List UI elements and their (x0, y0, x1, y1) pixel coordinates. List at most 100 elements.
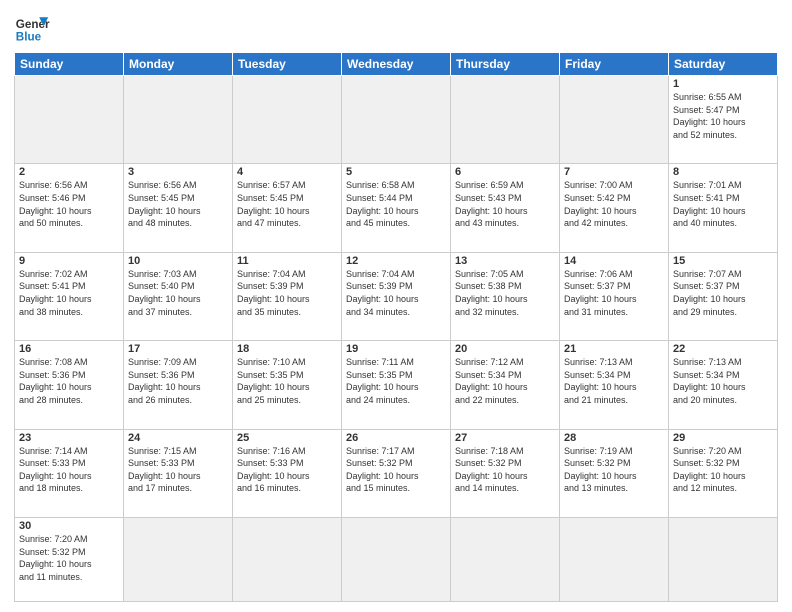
day-number: 6 (455, 166, 555, 178)
day-info: Sunrise: 7:20 AMSunset: 5:32 PMDaylight:… (19, 533, 119, 583)
day-number: 18 (237, 343, 337, 355)
calendar-cell: 23Sunrise: 7:14 AMSunset: 5:33 PMDayligh… (15, 429, 124, 517)
calendar-cell (124, 76, 233, 164)
calendar-cell: 30Sunrise: 7:20 AMSunset: 5:32 PMDayligh… (15, 518, 124, 602)
day-info: Sunrise: 7:07 AMSunset: 5:37 PMDaylight:… (673, 268, 773, 318)
day-info: Sunrise: 7:05 AMSunset: 5:38 PMDaylight:… (455, 268, 555, 318)
day-number: 23 (19, 432, 119, 444)
day-info: Sunrise: 7:19 AMSunset: 5:32 PMDaylight:… (564, 445, 664, 495)
week-row-6: 30Sunrise: 7:20 AMSunset: 5:32 PMDayligh… (15, 518, 778, 602)
day-number: 9 (19, 255, 119, 267)
day-number: 1 (673, 78, 773, 90)
day-number: 17 (128, 343, 228, 355)
weekday-header-tuesday: Tuesday (233, 53, 342, 76)
calendar-cell: 17Sunrise: 7:09 AMSunset: 5:36 PMDayligh… (124, 341, 233, 429)
day-number: 24 (128, 432, 228, 444)
calendar-cell: 18Sunrise: 7:10 AMSunset: 5:35 PMDayligh… (233, 341, 342, 429)
calendar-cell (342, 76, 451, 164)
day-info: Sunrise: 7:02 AMSunset: 5:41 PMDaylight:… (19, 268, 119, 318)
calendar-cell: 10Sunrise: 7:03 AMSunset: 5:40 PMDayligh… (124, 252, 233, 340)
week-row-1: 1Sunrise: 6:55 AMSunset: 5:47 PMDaylight… (15, 76, 778, 164)
week-row-5: 23Sunrise: 7:14 AMSunset: 5:33 PMDayligh… (15, 429, 778, 517)
header: General Blue (14, 10, 778, 46)
logo-icon: General Blue (14, 10, 50, 46)
weekday-header-monday: Monday (124, 53, 233, 76)
logo: General Blue (14, 10, 50, 46)
calendar-cell (15, 76, 124, 164)
day-number: 14 (564, 255, 664, 267)
day-info: Sunrise: 7:15 AMSunset: 5:33 PMDaylight:… (128, 445, 228, 495)
calendar-cell (451, 518, 560, 602)
day-number: 21 (564, 343, 664, 355)
calendar-cell: 28Sunrise: 7:19 AMSunset: 5:32 PMDayligh… (560, 429, 669, 517)
day-info: Sunrise: 7:11 AMSunset: 5:35 PMDaylight:… (346, 356, 446, 406)
day-number: 20 (455, 343, 555, 355)
day-number: 11 (237, 255, 337, 267)
calendar-cell: 13Sunrise: 7:05 AMSunset: 5:38 PMDayligh… (451, 252, 560, 340)
calendar-cell: 2Sunrise: 6:56 AMSunset: 5:46 PMDaylight… (15, 164, 124, 252)
calendar-cell: 6Sunrise: 6:59 AMSunset: 5:43 PMDaylight… (451, 164, 560, 252)
calendar-table: SundayMondayTuesdayWednesdayThursdayFrid… (14, 52, 778, 602)
calendar-cell: 12Sunrise: 7:04 AMSunset: 5:39 PMDayligh… (342, 252, 451, 340)
calendar-cell: 4Sunrise: 6:57 AMSunset: 5:45 PMDaylight… (233, 164, 342, 252)
day-info: Sunrise: 6:58 AMSunset: 5:44 PMDaylight:… (346, 179, 446, 229)
day-info: Sunrise: 6:56 AMSunset: 5:46 PMDaylight:… (19, 179, 119, 229)
calendar-cell: 3Sunrise: 6:56 AMSunset: 5:45 PMDaylight… (124, 164, 233, 252)
day-number: 5 (346, 166, 446, 178)
weekday-header-friday: Friday (560, 53, 669, 76)
calendar-cell (669, 518, 778, 602)
day-number: 27 (455, 432, 555, 444)
day-info: Sunrise: 7:03 AMSunset: 5:40 PMDaylight:… (128, 268, 228, 318)
calendar-cell (233, 518, 342, 602)
calendar-cell: 20Sunrise: 7:12 AMSunset: 5:34 PMDayligh… (451, 341, 560, 429)
calendar-cell: 19Sunrise: 7:11 AMSunset: 5:35 PMDayligh… (342, 341, 451, 429)
day-number: 22 (673, 343, 773, 355)
day-info: Sunrise: 7:12 AMSunset: 5:34 PMDaylight:… (455, 356, 555, 406)
week-row-3: 9Sunrise: 7:02 AMSunset: 5:41 PMDaylight… (15, 252, 778, 340)
day-info: Sunrise: 6:57 AMSunset: 5:45 PMDaylight:… (237, 179, 337, 229)
week-row-2: 2Sunrise: 6:56 AMSunset: 5:46 PMDaylight… (15, 164, 778, 252)
day-info: Sunrise: 7:13 AMSunset: 5:34 PMDaylight:… (673, 356, 773, 406)
day-number: 19 (346, 343, 446, 355)
calendar-cell (560, 76, 669, 164)
day-number: 7 (564, 166, 664, 178)
day-info: Sunrise: 7:04 AMSunset: 5:39 PMDaylight:… (237, 268, 337, 318)
calendar-cell: 26Sunrise: 7:17 AMSunset: 5:32 PMDayligh… (342, 429, 451, 517)
calendar-cell: 22Sunrise: 7:13 AMSunset: 5:34 PMDayligh… (669, 341, 778, 429)
weekday-header-thursday: Thursday (451, 53, 560, 76)
day-info: Sunrise: 6:59 AMSunset: 5:43 PMDaylight:… (455, 179, 555, 229)
week-row-4: 16Sunrise: 7:08 AMSunset: 5:36 PMDayligh… (15, 341, 778, 429)
day-info: Sunrise: 7:20 AMSunset: 5:32 PMDaylight:… (673, 445, 773, 495)
calendar-cell: 15Sunrise: 7:07 AMSunset: 5:37 PMDayligh… (669, 252, 778, 340)
day-number: 13 (455, 255, 555, 267)
weekday-header-wednesday: Wednesday (342, 53, 451, 76)
weekday-header-row: SundayMondayTuesdayWednesdayThursdayFrid… (15, 53, 778, 76)
day-number: 4 (237, 166, 337, 178)
day-info: Sunrise: 7:16 AMSunset: 5:33 PMDaylight:… (237, 445, 337, 495)
calendar-cell: 16Sunrise: 7:08 AMSunset: 5:36 PMDayligh… (15, 341, 124, 429)
calendar-cell: 9Sunrise: 7:02 AMSunset: 5:41 PMDaylight… (15, 252, 124, 340)
calendar-cell (124, 518, 233, 602)
day-number: 25 (237, 432, 337, 444)
day-info: Sunrise: 7:06 AMSunset: 5:37 PMDaylight:… (564, 268, 664, 318)
calendar-cell: 14Sunrise: 7:06 AMSunset: 5:37 PMDayligh… (560, 252, 669, 340)
day-number: 10 (128, 255, 228, 267)
calendar-cell: 21Sunrise: 7:13 AMSunset: 5:34 PMDayligh… (560, 341, 669, 429)
day-info: Sunrise: 7:10 AMSunset: 5:35 PMDaylight:… (237, 356, 337, 406)
day-info: Sunrise: 7:17 AMSunset: 5:32 PMDaylight:… (346, 445, 446, 495)
day-number: 8 (673, 166, 773, 178)
svg-text:Blue: Blue (16, 31, 42, 44)
calendar-cell: 8Sunrise: 7:01 AMSunset: 5:41 PMDaylight… (669, 164, 778, 252)
calendar-cell: 7Sunrise: 7:00 AMSunset: 5:42 PMDaylight… (560, 164, 669, 252)
calendar-cell (342, 518, 451, 602)
calendar-cell (560, 518, 669, 602)
day-info: Sunrise: 7:14 AMSunset: 5:33 PMDaylight:… (19, 445, 119, 495)
day-number: 26 (346, 432, 446, 444)
calendar-cell: 29Sunrise: 7:20 AMSunset: 5:32 PMDayligh… (669, 429, 778, 517)
calendar-cell: 24Sunrise: 7:15 AMSunset: 5:33 PMDayligh… (124, 429, 233, 517)
calendar-cell: 27Sunrise: 7:18 AMSunset: 5:32 PMDayligh… (451, 429, 560, 517)
day-info: Sunrise: 7:09 AMSunset: 5:36 PMDaylight:… (128, 356, 228, 406)
day-info: Sunrise: 7:04 AMSunset: 5:39 PMDaylight:… (346, 268, 446, 318)
day-number: 30 (19, 520, 119, 532)
day-info: Sunrise: 6:55 AMSunset: 5:47 PMDaylight:… (673, 91, 773, 141)
